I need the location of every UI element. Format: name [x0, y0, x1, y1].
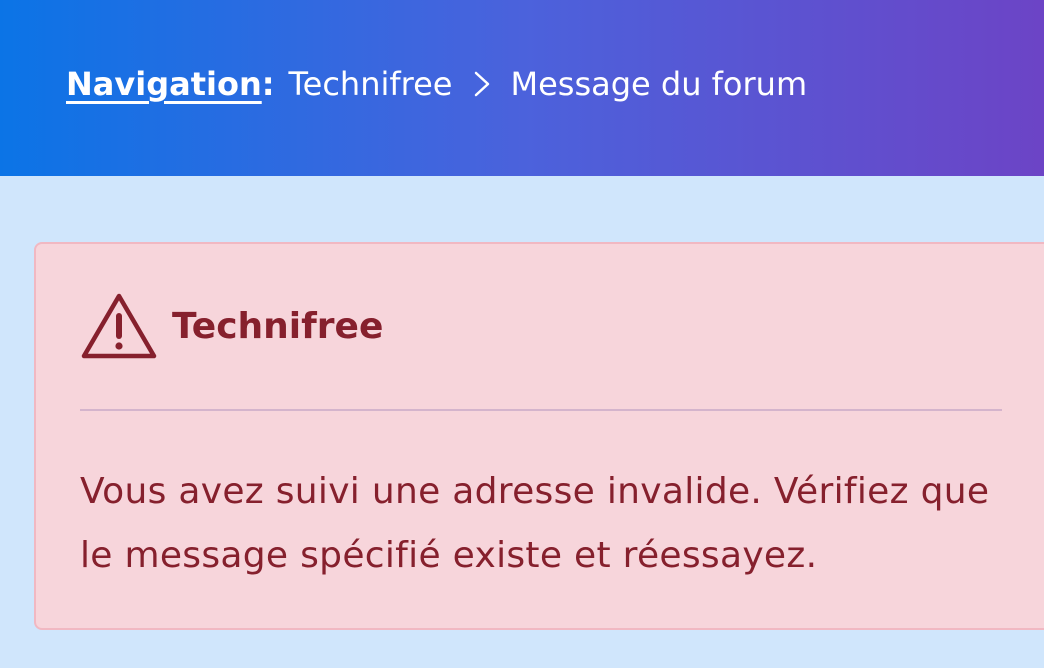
breadcrumb-item-current: Message du forum — [510, 65, 808, 103]
alert-message: Vous avez suivi une adresse invalide. Vé… — [80, 471, 990, 576]
error-alert: Technifree Vous avez suivi une adresse i… — [34, 242, 1044, 630]
navigation-link[interactable]: Navigation — [66, 62, 262, 106]
breadcrumb-item-technifree[interactable]: Technifree — [289, 62, 453, 106]
chevron-right-icon — [472, 69, 492, 99]
header-bar: Navigation : Technifree Message du forum — [0, 0, 1044, 176]
alert-divider — [80, 409, 1002, 411]
warning-triangle-icon — [80, 292, 158, 362]
navigation-colon: : — [261, 65, 275, 103]
alert-header: Technifree — [80, 292, 383, 362]
breadcrumb: Navigation : Technifree Message du forum — [66, 62, 807, 106]
alert-title: Technifree — [172, 306, 384, 347]
